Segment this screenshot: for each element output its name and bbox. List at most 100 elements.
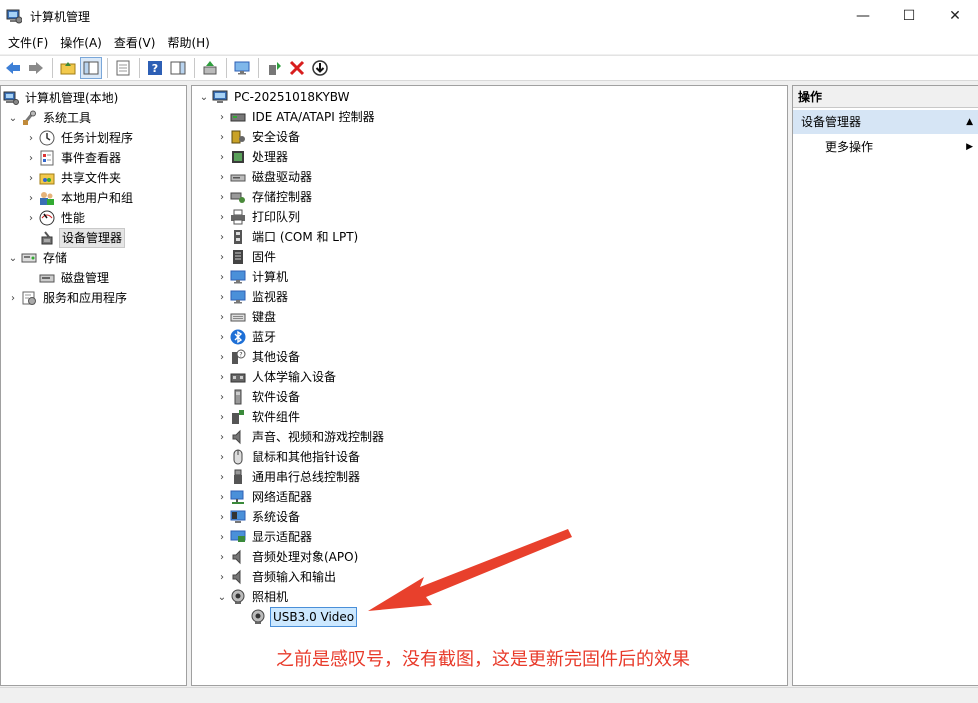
collapsed-chevron-icon[interactable]: › <box>214 367 230 387</box>
console-tree-item[interactable]: › 事件查看器 <box>23 148 123 168</box>
collapsed-chevron-icon[interactable]: › <box>214 207 230 227</box>
device-tree-label: 照相机 <box>252 590 289 604</box>
menu-file[interactable]: 文件(F) <box>2 32 54 54</box>
collapsed-chevron-icon[interactable]: › <box>214 107 230 127</box>
expanded-chevron-icon[interactable]: ⌄ <box>196 87 212 107</box>
expanded-chevron-icon[interactable]: ⌄ <box>214 587 230 607</box>
collapsed-chevron-icon[interactable]: › <box>214 467 230 487</box>
device-category-item[interactable]: › 磁盘驱动器 <box>214 167 314 187</box>
menu-view[interactable]: 查看(V) <box>108 32 162 54</box>
collapsed-chevron-icon[interactable]: › <box>23 168 39 188</box>
collapsed-chevron-icon[interactable]: › <box>214 327 230 347</box>
enable-device-button[interactable] <box>263 57 285 79</box>
console-tree-item[interactable]: ⌄ 存储 <box>5 248 69 268</box>
collapsed-chevron-icon[interactable]: › <box>214 427 230 447</box>
uninstall-device-button[interactable] <box>286 57 308 79</box>
device-category-item[interactable]: ›? 其他设备 <box>214 347 302 367</box>
device-category-item[interactable]: › 安全设备 <box>214 127 302 147</box>
update-driver-button[interactable] <box>199 57 221 79</box>
maximize-button[interactable]: ☐ <box>886 0 932 32</box>
show-hide-console-tree-button[interactable] <box>80 57 102 79</box>
menu-help[interactable]: 帮助(H) <box>161 32 215 54</box>
device-category-item[interactable]: › 存储控制器 <box>214 187 314 207</box>
up-folder-button[interactable] <box>57 57 79 79</box>
console-tree-item[interactable]: › 共享文件夹 <box>23 168 123 188</box>
device-category-item[interactable]: › 固件 <box>214 247 278 267</box>
device-category-item[interactable]: › 鼠标和其他指针设备 <box>214 447 362 467</box>
more-actions-item[interactable]: 更多操作 ▶ <box>793 136 978 158</box>
collapsed-chevron-icon[interactable]: › <box>214 247 230 267</box>
collapsed-chevron-icon[interactable]: › <box>214 147 230 167</box>
collapsed-chevron-icon[interactable]: › <box>214 347 230 367</box>
collapsed-chevron-icon[interactable]: › <box>214 407 230 427</box>
collapsed-chevron-icon[interactable]: › <box>5 288 21 308</box>
device-category-item[interactable]: › 软件设备 <box>214 387 302 407</box>
collapsed-chevron-icon[interactable]: › <box>214 187 230 207</box>
collapsed-chevron-icon[interactable]: › <box>214 487 230 507</box>
device-category-item[interactable]: › 键盘 <box>214 307 278 327</box>
console-tree-item[interactable]: 计算机管理(本地) <box>1 88 120 108</box>
collapsed-chevron-icon[interactable]: › <box>214 387 230 407</box>
actions-section-device-manager[interactable]: 设备管理器 ▲ <box>793 110 978 134</box>
device-tree-label: 固件 <box>252 250 277 264</box>
device-tree-root[interactable]: ⌄ PC-20251018KYBW <box>196 87 351 107</box>
device-category-item[interactable]: › 软件组件 <box>214 407 302 427</box>
forward-button[interactable] <box>25 57 47 79</box>
device-category-item[interactable]: › 通用串行总线控制器 <box>214 467 362 487</box>
scan-hardware-button[interactable] <box>231 57 253 79</box>
collapsed-chevron-icon[interactable]: › <box>214 307 230 327</box>
collapsed-chevron-icon[interactable]: › <box>214 267 230 287</box>
minimize-button[interactable]: — <box>840 0 886 32</box>
console-tree-item[interactable]: › 任务计划程序 <box>23 128 135 148</box>
device-category-item[interactable]: › IDE ATA/ATAPI 控制器 <box>214 107 377 127</box>
console-tree-item[interactable]: › 服务和应用程序 <box>5 288 129 308</box>
device-category-item[interactable]: › 处理器 <box>214 147 290 167</box>
show-hide-action-pane-button[interactable] <box>167 57 189 79</box>
device-category-item[interactable]: › 声音、视频和游戏控制器 <box>214 427 386 447</box>
collapsed-chevron-icon[interactable]: › <box>214 447 230 467</box>
port-icon <box>230 229 246 245</box>
collapsed-chevron-icon[interactable]: › <box>23 188 39 208</box>
device-manager-icon <box>39 230 55 246</box>
menu-action[interactable]: 操作(A) <box>54 32 108 54</box>
expanded-chevron-icon[interactable]: ⌄ <box>5 108 21 128</box>
collapsed-chevron-icon[interactable]: › <box>23 128 39 148</box>
device-category-item[interactable]: › 打印队列 <box>214 207 302 227</box>
help-button[interactable]: ? <box>144 57 166 79</box>
device-category-item[interactable]: › 系统设备 <box>214 507 302 527</box>
collapsed-chevron-icon[interactable]: › <box>214 567 230 587</box>
device-category-item[interactable]: › 蓝牙 <box>214 327 278 347</box>
collapsed-chevron-icon[interactable]: › <box>23 208 39 228</box>
collapsed-chevron-icon[interactable]: › <box>214 227 230 247</box>
properties-button[interactable] <box>112 57 134 79</box>
console-tree-item[interactable]: › 性能 <box>23 208 87 228</box>
device-category-item[interactable]: › 网络适配器 <box>214 487 314 507</box>
collapsed-chevron-icon[interactable]: › <box>214 167 230 187</box>
device-category-item[interactable]: ⌄ 照相机 <box>214 587 290 607</box>
device-category-item[interactable]: › 计算机 <box>214 267 290 287</box>
collapsed-chevron-icon[interactable]: › <box>214 507 230 527</box>
device-tree-label: 通用串行总线控制器 <box>252 470 361 484</box>
console-tree-item[interactable]: ⌄ 系统工具 <box>5 108 93 128</box>
device-category-item[interactable]: › 监视器 <box>214 287 290 307</box>
expanded-chevron-icon[interactable]: ⌄ <box>5 248 21 268</box>
collapsed-chevron-icon[interactable]: › <box>23 148 39 168</box>
device-item-usb-video[interactable]: USB3.0 Video <box>250 607 358 627</box>
collapsed-chevron-icon[interactable]: › <box>214 287 230 307</box>
console-tree-item[interactable]: › 本地用户和组 <box>23 188 135 208</box>
collapsed-chevron-icon[interactable]: › <box>214 127 230 147</box>
close-button[interactable]: ✕ <box>932 0 978 32</box>
collapsed-chevron-icon[interactable]: › <box>214 527 230 547</box>
device-category-item[interactable]: › 音频处理对象(APO) <box>214 547 360 567</box>
collapsed-chevron-icon[interactable]: › <box>214 547 230 567</box>
device-category-item[interactable]: › 人体学输入设备 <box>214 367 338 387</box>
device-category-item[interactable]: › 端口 (COM 和 LPT) <box>214 227 360 247</box>
console-tree-item[interactable]: 设备管理器 <box>23 228 126 248</box>
device-category-item[interactable]: › 音频输入和输出 <box>214 567 338 587</box>
device-category-item[interactable]: › 显示适配器 <box>214 527 314 547</box>
disable-device-button[interactable] <box>309 57 331 79</box>
console-tree-item[interactable]: 磁盘管理 <box>23 268 111 288</box>
console-tree-pane[interactable]: 计算机管理(本地) ⌄ 系统工具 › 任务计划程序 › 事件查看器 › 共享文件夹 › 本地用户和组… <box>0 85 187 686</box>
back-button[interactable] <box>2 57 24 79</box>
title-bar: 计算机管理 — ☐ ✕ <box>0 0 978 32</box>
